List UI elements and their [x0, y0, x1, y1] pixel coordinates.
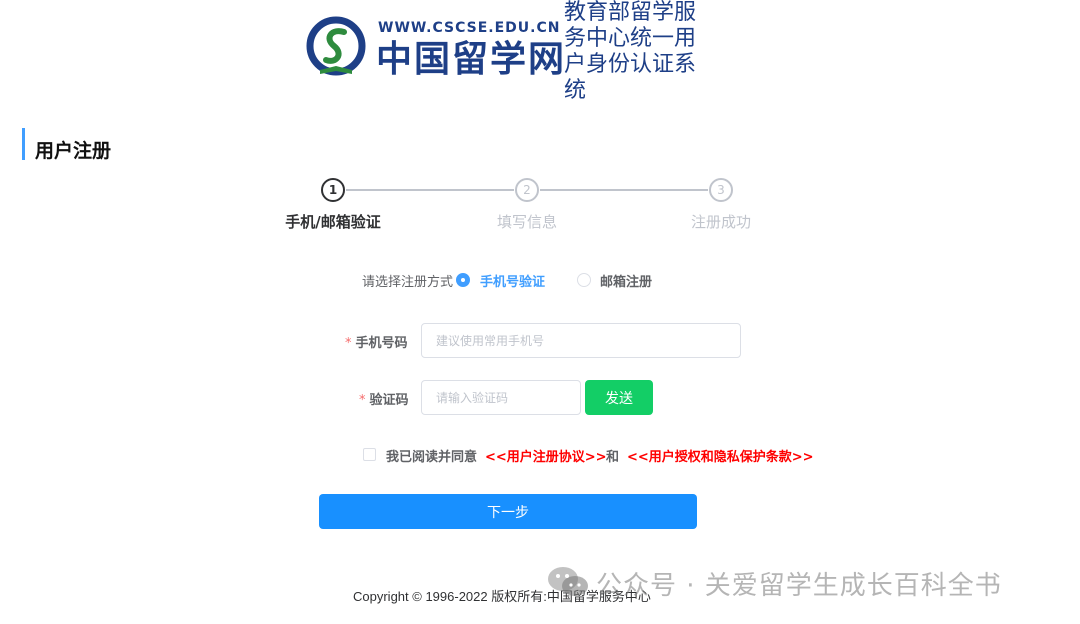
- step-connector-1: [346, 189, 514, 191]
- phone-label-text: 手机号码: [355, 336, 408, 351]
- logo-url-text: WWW.CSCSE.EDU.CN: [378, 20, 561, 36]
- privacy-terms-link[interactable]: <<用户授权和隐私保护条款>>: [627, 446, 814, 465]
- step-2-circle: 2: [515, 178, 539, 202]
- step-3-circle: 3: [709, 178, 733, 202]
- step-2-label: 填写信息: [496, 213, 558, 231]
- code-label-text: 验证码: [369, 393, 409, 408]
- next-step-button[interactable]: 下一步: [319, 494, 697, 529]
- page-title: 用户注册: [35, 140, 112, 162]
- required-mark: *: [345, 336, 352, 351]
- step-connector-2: [540, 189, 708, 191]
- registration-method-label: 请选择注册方式: [362, 275, 454, 290]
- verification-code-input[interactable]: [421, 380, 581, 415]
- step-1-circle: 1: [321, 178, 345, 202]
- radio-email-register-label[interactable]: 邮箱注册: [600, 271, 652, 290]
- step-1-label: 手机/邮箱验证: [285, 213, 381, 231]
- radio-phone-verify[interactable]: [456, 273, 470, 287]
- logo-chinese-text: 中国留学网: [376, 38, 567, 80]
- radio-email-register[interactable]: [577, 273, 591, 287]
- code-label: * 验证码: [359, 389, 409, 408]
- page-title-accent-bar: [22, 128, 25, 160]
- step-3-label: 注册成功: [690, 213, 752, 231]
- agreement-prefix: 我已阅读并同意: [386, 450, 478, 465]
- watermark-text: 公众号 · 关爱留学生成长百科全书: [596, 571, 1002, 601]
- agreement-checkbox[interactable]: [363, 448, 376, 461]
- required-mark: *: [359, 393, 366, 408]
- site-logo[interactable]: WWW.CSCSE.EDU.CN 中国留学网: [306, 12, 564, 82]
- phone-label: * 手机号码: [345, 332, 408, 351]
- system-title: 教育部留学服务中心统一用户身份认证系统: [564, 0, 697, 103]
- agreement-conjunction: 和: [606, 450, 620, 465]
- user-agreement-link[interactable]: <<用户注册协议>>: [485, 446, 607, 465]
- logo-emblem-icon: [306, 16, 366, 76]
- wechat-icon: [548, 567, 588, 596]
- send-code-button[interactable]: 发送: [585, 380, 653, 415]
- phone-input[interactable]: [421, 323, 741, 358]
- radio-phone-verify-label[interactable]: 手机号验证: [480, 271, 545, 290]
